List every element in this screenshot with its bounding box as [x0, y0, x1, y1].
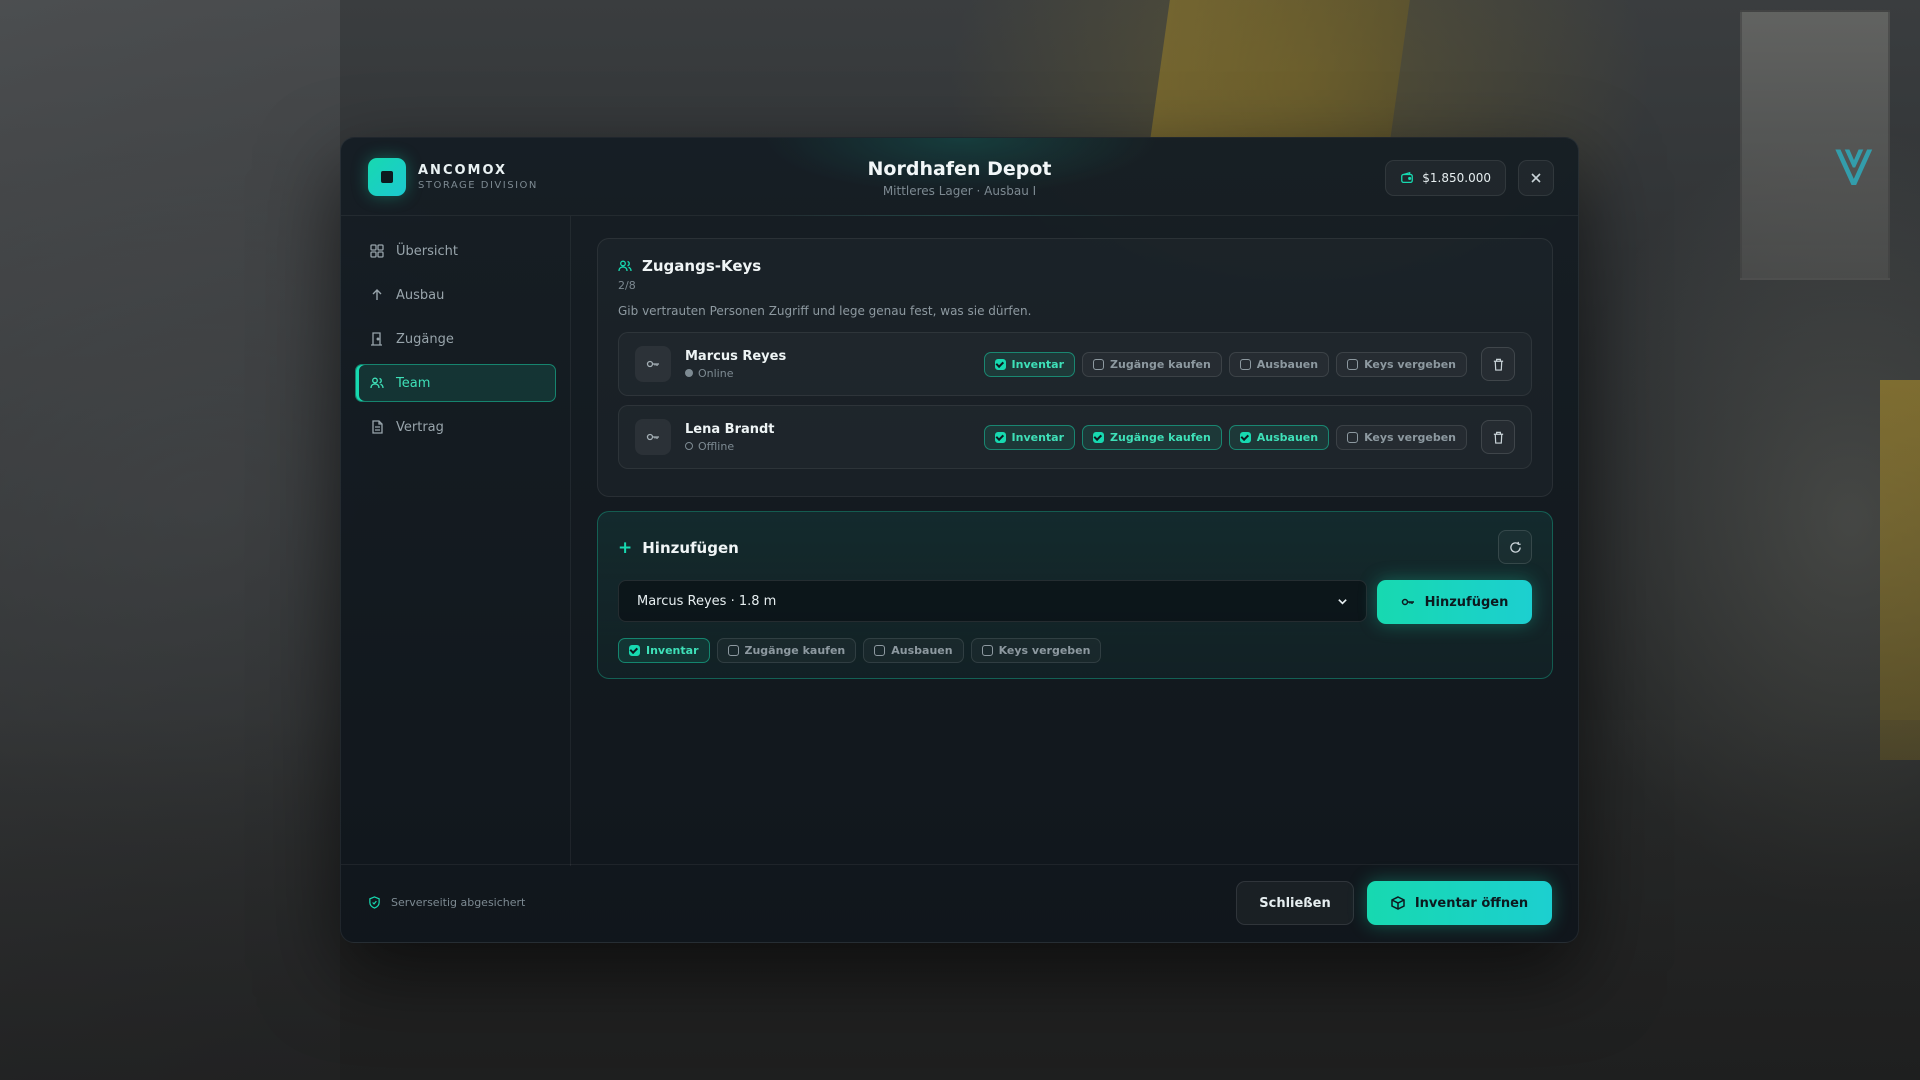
add-member-card: + Hinzufügen Marcus Reyes · 1.8 m Hinzuf… — [597, 511, 1553, 679]
sidebar-item-vertrag[interactable]: Vertrag — [355, 408, 556, 446]
background-railing — [1880, 380, 1920, 760]
keys-card: Zugangs-Keys 2/8 Gib vertrauten Personen… — [597, 238, 1553, 497]
main-content: Zugangs-Keys 2/8 Gib vertrauten Personen… — [597, 238, 1553, 679]
add-title: Hinzufügen — [642, 539, 739, 557]
checkbox-icon — [1239, 358, 1251, 370]
key-icon — [635, 346, 671, 382]
sidebar-item-label: Ausbau — [396, 287, 445, 303]
checkbox-icon — [981, 645, 993, 656]
checkbox-icon — [629, 645, 640, 656]
status-dot — [685, 369, 693, 377]
perm-ausbauen[interactable]: Ausbauen — [1228, 424, 1330, 450]
close-icon — [1531, 173, 1541, 183]
secure-text: Serverseitig abgesichert — [391, 896, 526, 909]
arrow-up-icon — [372, 289, 382, 300]
trash-icon — [1493, 358, 1503, 371]
grid-icon — [370, 244, 384, 258]
modal-footer: Serverseitig abgesichert Schließen Inven… — [341, 864, 1578, 942]
close-button[interactable] — [1518, 160, 1554, 196]
checkbox-icon — [1093, 358, 1105, 370]
perm-ausbauen[interactable]: Ausbauen — [863, 638, 964, 663]
perm-inventar[interactable]: Inventar — [983, 424, 1076, 450]
perm-zugaenge-kaufen[interactable]: Zugänge kaufen — [1082, 351, 1222, 377]
add-member-button[interactable]: Hinzufügen — [1377, 580, 1532, 624]
delete-member-button[interactable] — [1481, 420, 1515, 454]
checkbox-icon — [874, 645, 886, 656]
member-row: Lena Brandt Offline Inventar Zugänge kau… — [618, 405, 1532, 469]
balance-badge: $1.850.000 — [1385, 160, 1506, 196]
sidebar-item-label: Team — [396, 375, 431, 391]
checkbox-icon — [994, 431, 1006, 443]
keys-count: 2/8 — [618, 279, 636, 292]
balance-value: $1.850.000 — [1422, 171, 1491, 185]
checkbox-icon — [727, 645, 739, 656]
close-dialog-button[interactable]: Schließen — [1236, 881, 1354, 925]
member-status: Online — [685, 367, 984, 380]
plus-icon: + — [618, 538, 633, 558]
users-icon — [618, 260, 632, 272]
door-icon — [371, 332, 382, 346]
perm-keys-vergeben[interactable]: Keys vergeben — [1336, 351, 1467, 377]
perm-inventar[interactable]: Inventar — [618, 638, 710, 663]
key-icon — [635, 419, 671, 455]
player-select[interactable]: Marcus Reyes · 1.8 m — [618, 580, 1367, 622]
sidebar-item-zugaenge[interactable]: Zugänge — [355, 320, 556, 358]
perm-ausbauen[interactable]: Ausbauen — [1228, 351, 1330, 377]
secure-note: Serverseitig abgesichert — [368, 896, 525, 909]
member-row: Marcus Reyes Online Inventar Zugänge kau… — [618, 332, 1532, 396]
checkbox-icon — [994, 358, 1006, 370]
add-permission-chips: Inventar Zugänge kaufen Ausbauen Keys ve… — [618, 638, 1532, 663]
document-icon — [372, 420, 383, 434]
trash-icon — [1493, 431, 1503, 444]
permission-chips: Inventar Zugänge kaufen Ausbauen Keys ve… — [983, 351, 1467, 377]
box-icon — [1391, 896, 1405, 910]
member-name: Marcus Reyes — [685, 348, 787, 364]
keys-title: Zugangs-Keys — [642, 257, 762, 275]
users-icon — [370, 377, 384, 389]
perm-zugaenge-kaufen[interactable]: Zugänge kaufen — [716, 638, 857, 663]
delete-member-button[interactable] — [1481, 347, 1515, 381]
refresh-button[interactable] — [1498, 530, 1532, 564]
perm-keys-vergeben[interactable]: Keys vergeben — [1336, 424, 1467, 450]
permission-chips: Inventar Zugänge kaufen Ausbauen Keys ve… — [983, 424, 1467, 450]
storage-modal: ANCOMOX STORAGE DIVISION Nordhafen Depot… — [340, 137, 1579, 943]
wallet-icon — [1401, 171, 1414, 184]
refresh-icon — [1509, 541, 1521, 553]
keys-description: Gib vertrauten Personen Zugriff und lege… — [618, 304, 1032, 318]
perm-inventar[interactable]: Inventar — [983, 351, 1076, 377]
sidebar-item-ausbau[interactable]: Ausbau — [355, 276, 556, 314]
sidebar-item-team[interactable]: Team — [355, 364, 556, 402]
player-select-value: Marcus Reyes · 1.8 m — [637, 593, 777, 609]
status-dot — [685, 442, 693, 450]
sidebar-item-label: Übersicht — [396, 243, 458, 259]
key-icon — [1401, 598, 1414, 606]
background-beam — [1150, 0, 1410, 140]
perm-zugaenge-kaufen[interactable]: Zugänge kaufen — [1082, 424, 1222, 450]
member-name: Lena Brandt — [685, 421, 775, 437]
chevron-down-icon — [1338, 598, 1347, 605]
perm-keys-vergeben[interactable]: Keys vergeben — [970, 638, 1102, 663]
shield-icon — [369, 896, 380, 909]
sidebar-item-label: Zugänge — [396, 331, 454, 347]
member-status: Offline — [685, 440, 984, 453]
checkbox-icon — [1347, 431, 1359, 443]
checkbox-icon — [1239, 431, 1251, 443]
modal-header: ANCOMOX STORAGE DIVISION Nordhafen Depot… — [341, 138, 1578, 216]
open-inventory-button[interactable]: Inventar öffnen — [1367, 881, 1552, 925]
checkbox-icon — [1093, 431, 1105, 443]
sidebar: Übersicht Ausbau Zugänge Team Vertrag — [341, 216, 571, 866]
checkbox-icon — [1347, 358, 1359, 370]
sidebar-item-uebersicht[interactable]: Übersicht — [355, 232, 556, 270]
sidebar-item-label: Vertrag — [396, 419, 444, 435]
background-logo-icon: ⩔ — [1834, 120, 1874, 202]
